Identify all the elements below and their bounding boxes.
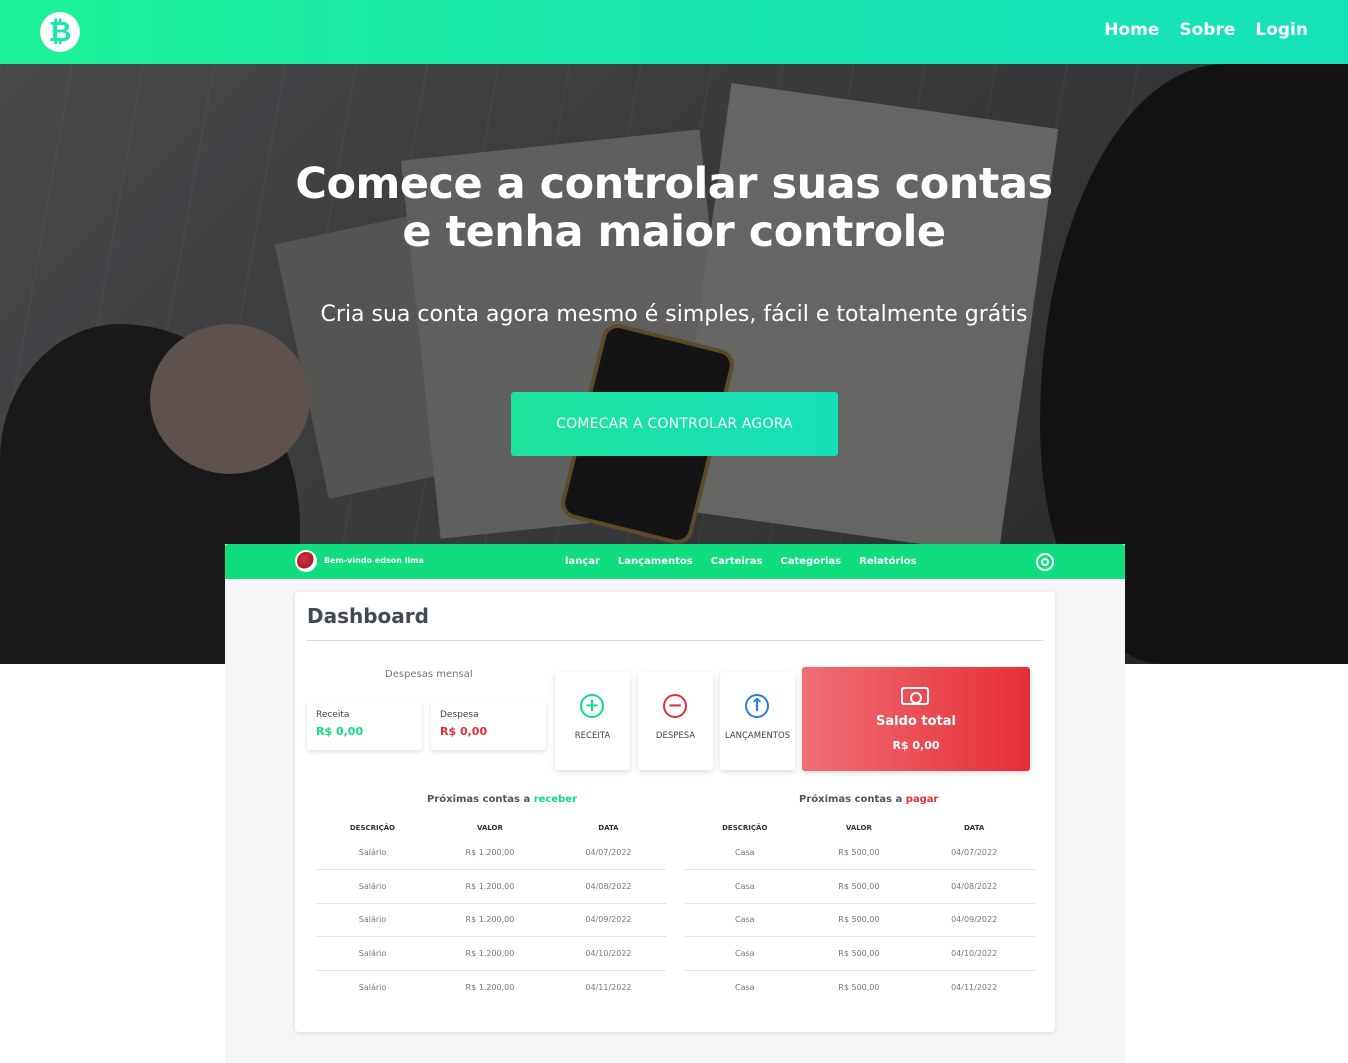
pagar-table: DESCRIÇÃO VALOR DATA Casa R$ 500,00 04/0… — [685, 820, 1035, 1004]
lancamentos-label: LANÇAMENTOS — [724, 731, 791, 741]
nav-categorias[interactable]: Categorias — [780, 556, 841, 567]
column-header: VALOR — [845, 824, 872, 832]
receita-label: Receita — [316, 710, 350, 720]
table-row: Salário R$ 1.200,00 04/09/2022 — [316, 903, 666, 937]
top-navbar: ₿ Home Sobre Login — [0, 0, 1348, 64]
nav-relatorios[interactable]: Relatórios — [859, 556, 917, 567]
hero-title-line2: e tenha maior controle — [402, 207, 946, 257]
column-header: DATA — [963, 824, 985, 832]
nav-lancamentos[interactable]: Lançamentos — [618, 556, 693, 567]
despesa-label: Despesa — [440, 710, 479, 720]
monthly-expenses-label: Despesas mensal — [385, 669, 473, 680]
page-title: Dashboard — [307, 604, 429, 628]
avatar[interactable] — [295, 550, 317, 572]
saldo-total-value: R$ 0,00 — [892, 739, 940, 752]
table-row: Salário R$ 1.200,00 04/08/2022 — [316, 869, 666, 904]
column-header: DESCRIÇÃO — [349, 824, 396, 832]
add-despesa-button[interactable]: − DESPESA — [638, 672, 713, 770]
column-header: DESCRIÇÃO — [722, 824, 768, 832]
start-now-button[interactable]: COMECAR A CONTROLAR AGORA — [511, 392, 838, 456]
add-despesa-label: DESPESA — [655, 731, 696, 741]
nav-login-link[interactable]: Login — [1255, 20, 1308, 40]
add-receita-button[interactable]: + RECEITA — [555, 672, 630, 770]
column-header: VALOR — [476, 824, 503, 832]
despesa-value: R$ 0,00 — [440, 725, 488, 738]
table-row: Casa R$ 500,00 04/07/2022 — [685, 836, 1035, 870]
despesa-summary-card: Despesa R$ 0,00 — [431, 700, 546, 750]
saldo-total-card: Saldo total R$ 0,00 — [802, 667, 1030, 771]
receita-value: R$ 0,00 — [316, 725, 364, 738]
column-header: DATA — [598, 824, 619, 832]
add-receita-label: RECEITA — [574, 731, 611, 741]
nav-carteiras[interactable]: Carteiras — [711, 556, 763, 567]
plus-circle-icon: + — [580, 694, 604, 718]
minus-circle-icon: − — [663, 694, 687, 718]
title-divider — [307, 640, 1043, 641]
pagar-heading: Próximas contas a pagar — [799, 794, 939, 805]
receber-heading: Próximas contas a receber — [427, 794, 578, 805]
gear-icon[interactable] — [1036, 553, 1054, 571]
preview-nav-links: lançar Lançamentos Carteiras Categorias … — [565, 556, 917, 567]
table-row: Casa R$ 500,00 04/10/2022 — [685, 936, 1035, 971]
table-row: Casa R$ 500,00 04/11/2022 — [734, 982, 998, 992]
saldo-total-label: Saldo total — [876, 714, 956, 729]
main-nav: Home Sobre Login — [1104, 20, 1308, 40]
dashboard-card: Dashboard Despesas mensal Receita R$ 0,0… — [295, 592, 1055, 1032]
nav-home-link[interactable]: Home — [1104, 20, 1159, 40]
table-row: Casa R$ 500,00 04/08/2022 — [685, 869, 1035, 904]
nav-lancar[interactable]: lançar — [565, 556, 600, 567]
hero-title: Comece a controlar suas contas e tenha m… — [0, 160, 1348, 256]
receber-table: DESCRIÇÃO VALOR DATA Salário R$ 1.200,00… — [316, 820, 666, 1004]
table-row: Salário R$ 1.200,00 04/07/2022 — [316, 836, 666, 870]
welcome-text: Bem-vindo edson lima — [324, 556, 424, 565]
table-row: Casa R$ 500,00 04/09/2022 — [685, 903, 1035, 937]
lancamentos-button[interactable]: ↑ LANÇAMENTOS — [720, 672, 795, 770]
dashboard-preview: Bem-vindo edson lima lançar Lançamentos … — [225, 544, 1125, 1063]
hero-title-line1: Comece a controlar suas contas — [295, 159, 1053, 209]
table-row: Salário R$ 1.200,00 04/10/2022 — [316, 936, 666, 971]
preview-navbar: Bem-vindo edson lima lançar Lançamentos … — [225, 544, 1125, 579]
receita-summary-card: Receita R$ 0,00 — [307, 700, 422, 750]
hero-subtitle: Cria sua conta agora mesmo é simples, fá… — [320, 302, 1028, 327]
bitcoin-logo-icon[interactable]: ₿ — [40, 12, 80, 52]
nav-sobre-link[interactable]: Sobre — [1179, 20, 1235, 40]
money-icon — [901, 687, 929, 705]
arrow-up-circle-icon: ↑ — [745, 694, 769, 718]
table-row: Salário R$ 1.200,00 04/11/2022 — [358, 982, 632, 992]
